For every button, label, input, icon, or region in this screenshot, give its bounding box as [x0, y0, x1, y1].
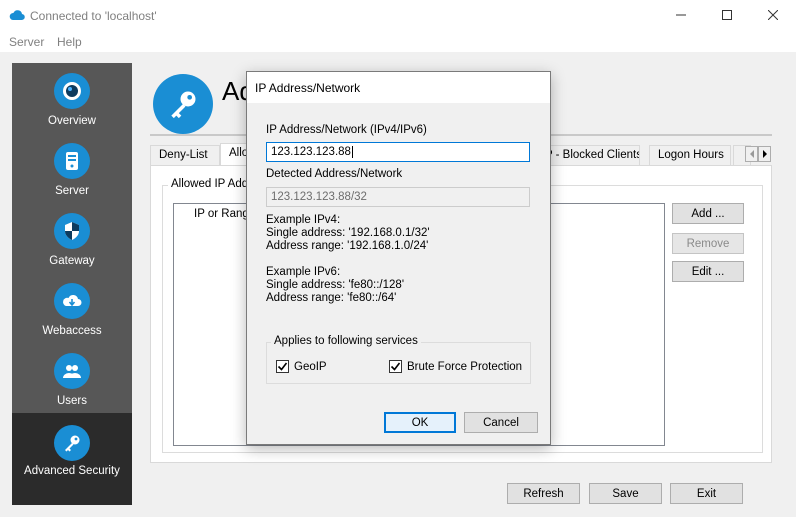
ip-address-input[interactable]: 123.123.123.88 — [266, 142, 530, 162]
sidebar-item-label: Advanced Security — [24, 465, 120, 477]
tab-blocked-clients[interactable]: P - Blocked Clients — [540, 145, 640, 165]
close-button[interactable] — [750, 0, 796, 30]
detected-address-value: 123.123.123.88/32 — [271, 191, 367, 203]
maximize-button[interactable] — [704, 0, 750, 30]
sidebar-item-label: Overview — [48, 115, 96, 127]
sidebar-item-label: Gateway — [49, 255, 95, 267]
ipv4-range-example: Address range: '192.168.1.0/24' — [266, 240, 429, 252]
detected-field-label: Detected Address/Network — [266, 168, 403, 180]
sidebar-item-label: Webaccess — [42, 325, 102, 337]
save-button[interactable]: Save — [589, 483, 662, 504]
menu-server[interactable]: Server — [9, 35, 44, 49]
tab-scroll-left-button[interactable] — [745, 146, 758, 162]
key-icon — [54, 425, 90, 461]
detected-address-field: 123.123.123.88/32 — [266, 187, 530, 207]
gateway-icon — [54, 213, 90, 249]
tab-deny-list[interactable]: Deny-List — [150, 145, 220, 165]
ipv4-example-title: Example IPv4: — [266, 214, 341, 226]
remove-button[interactable]: Remove — [672, 233, 744, 254]
window-title: Connected to 'localhost' — [30, 9, 157, 23]
sidebar: Overview Server Gateway Webaccess Users … — [12, 63, 132, 505]
ipv6-range-example: Address range: 'fe80::/64' — [266, 292, 397, 304]
sidebar-item-overview[interactable]: Overview — [12, 63, 132, 133]
edit-button[interactable]: Edit ... — [672, 261, 744, 282]
brute-force-checkbox[interactable] — [389, 360, 402, 373]
ok-button[interactable]: OK — [384, 412, 456, 433]
sidebar-item-label: Users — [56, 395, 88, 407]
services-group-label: Applies to following services — [271, 335, 421, 347]
refresh-button[interactable]: Refresh — [507, 483, 580, 504]
add-button[interactable]: Add ... — [672, 203, 744, 224]
sidebar-item-webaccess[interactable]: Webaccess — [12, 273, 132, 343]
brute-force-label[interactable]: Brute Force Protection — [407, 361, 522, 373]
cancel-button[interactable]: Cancel — [464, 412, 538, 433]
geoip-checkbox[interactable] — [276, 360, 289, 373]
title-bar: Connected to 'localhost' — [0, 0, 796, 32]
users-icon — [54, 353, 90, 389]
ip-address-value: 123.123.123.88 — [271, 146, 351, 158]
cloud-icon — [9, 9, 25, 24]
minimize-button[interactable] — [658, 0, 704, 30]
menu-bar: Server Help — [0, 32, 796, 52]
exit-button[interactable]: Exit — [670, 483, 743, 504]
menu-help[interactable]: Help — [57, 35, 82, 49]
ipv4-single-example: Single address: '192.168.0.1/32' — [266, 227, 430, 239]
ip-field-label: IP Address/Network (IPv4/IPv6) — [266, 124, 427, 136]
key-icon — [153, 74, 213, 134]
ipv6-single-example: Single address: 'fe80::/128' — [266, 279, 405, 291]
group-label: Allowed IP Add — [168, 178, 252, 190]
overview-icon — [54, 73, 90, 109]
list-column-header[interactable]: IP or Rang — [194, 208, 249, 220]
ip-address-dialog: IP Address/Network IP Address/Network (I… — [246, 71, 551, 445]
sidebar-item-gateway[interactable]: Gateway — [12, 203, 132, 273]
webaccess-icon — [54, 283, 90, 319]
dialog-title-bar: IP Address/Network — [247, 72, 550, 103]
sidebar-item-label: Server — [55, 185, 89, 197]
sidebar-item-users[interactable]: Users — [12, 343, 132, 413]
sidebar-item-advanced-security[interactable]: Advanced Security — [12, 413, 132, 505]
dialog-title: IP Address/Network — [255, 81, 361, 95]
ipv6-example-title: Example IPv6: — [266, 266, 341, 278]
sidebar-item-server[interactable]: Server — [12, 133, 132, 203]
tab-scroll-right-button[interactable] — [758, 146, 771, 162]
server-icon — [54, 143, 90, 179]
tab-logon-hours[interactable]: Logon Hours — [649, 145, 731, 165]
geoip-label[interactable]: GeoIP — [294, 361, 327, 373]
